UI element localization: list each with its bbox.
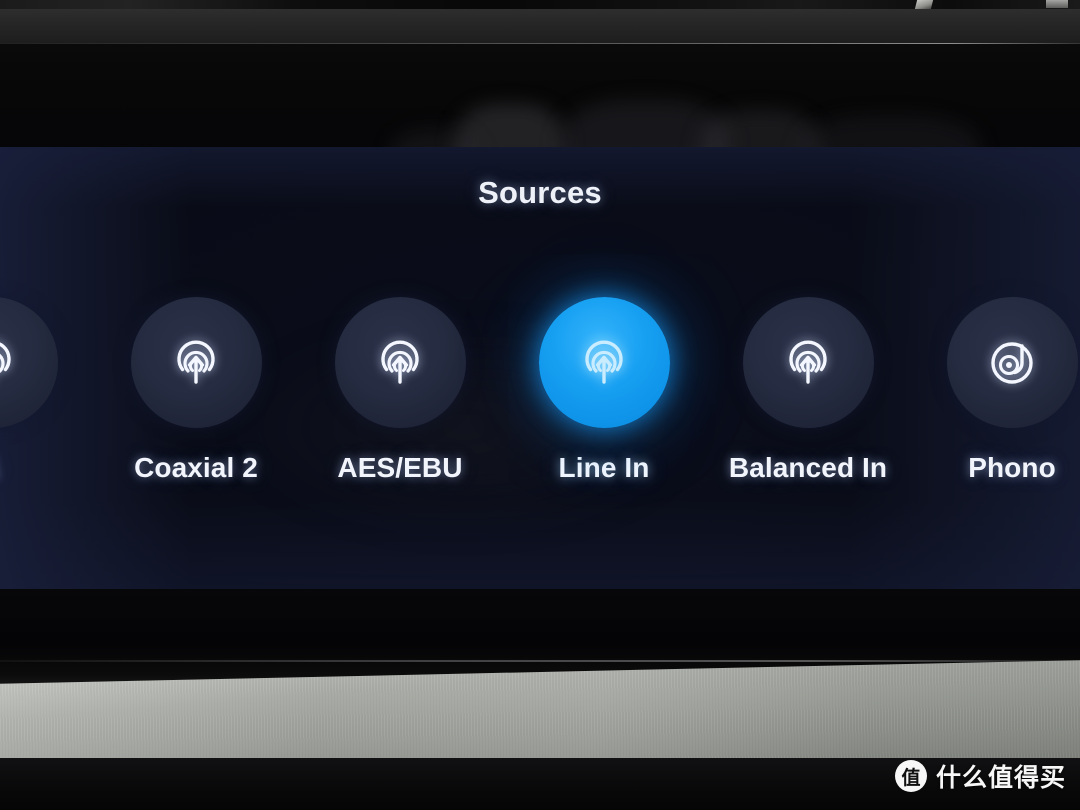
source-item[interactable]: Phono	[922, 297, 1080, 484]
input-antenna-icon	[0, 332, 23, 394]
watermark: 值 什么值得买	[894, 758, 1066, 794]
input-antenna-icon	[165, 332, 227, 394]
source-label: Line In	[558, 452, 650, 483]
source-icon-button[interactable]	[538, 297, 670, 428]
source-label: AES/EBU	[337, 452, 463, 483]
source-carousel[interactable]: 1 Coaxial 2 AES/EBU Line In Balanced In Phono	[0, 297, 1080, 527]
input-antenna-icon	[369, 332, 431, 394]
source-item[interactable]: AES/EBU	[310, 297, 490, 484]
input-antenna-icon	[573, 332, 635, 394]
source-icon-button[interactable]	[742, 297, 874, 428]
device-top-bezel	[0, 9, 1080, 45]
source-item[interactable]: Line In	[514, 297, 694, 484]
bezel-edge-highlight	[0, 660, 1080, 662]
background-highlight	[914, 0, 934, 9]
watermark-logo-icon: 值	[894, 760, 927, 792]
source-label: Balanced In	[728, 452, 888, 483]
turntable-icon	[981, 332, 1043, 394]
source-icon-button[interactable]	[130, 297, 262, 428]
source-item[interactable]: Coaxial 2	[106, 297, 286, 484]
source-icon-button[interactable]	[946, 297, 1078, 428]
source-icon-button[interactable]	[0, 297, 58, 428]
input-antenna-icon	[777, 332, 839, 394]
device-display: Sources 1 Coaxial 2 AES/EBU Line In Balanced…	[0, 147, 1080, 590]
watermark-text: 什么值得买	[935, 763, 1066, 792]
device-upper-glass	[0, 44, 1080, 196]
source-label: 1	[0, 452, 82, 484]
source-label: Coaxial 2	[134, 452, 258, 483]
source-icon-button[interactable]	[334, 297, 466, 428]
source-item[interactable]: Balanced In	[718, 297, 898, 484]
source-item[interactable]: 1	[0, 297, 82, 484]
device-photo: Sources 1 Coaxial 2 AES/EBU Line In Balanced…	[0, 0, 1080, 810]
source-label: Phono	[968, 452, 1056, 483]
background-highlight-secondary	[1046, 0, 1068, 8]
page-title: Sources	[478, 175, 602, 210]
